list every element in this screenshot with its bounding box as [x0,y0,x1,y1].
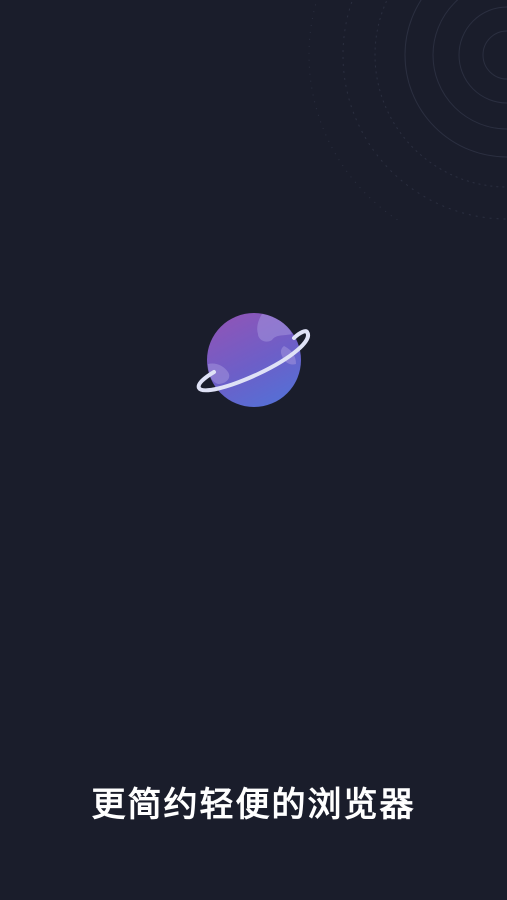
slogan-text: 更简约轻便的浏览器 [91,785,416,825]
splash-screen: 更简约轻便的浏览器 [0,0,507,900]
concentric-rings-decoration [308,0,507,220]
planet-icon [196,313,310,407]
